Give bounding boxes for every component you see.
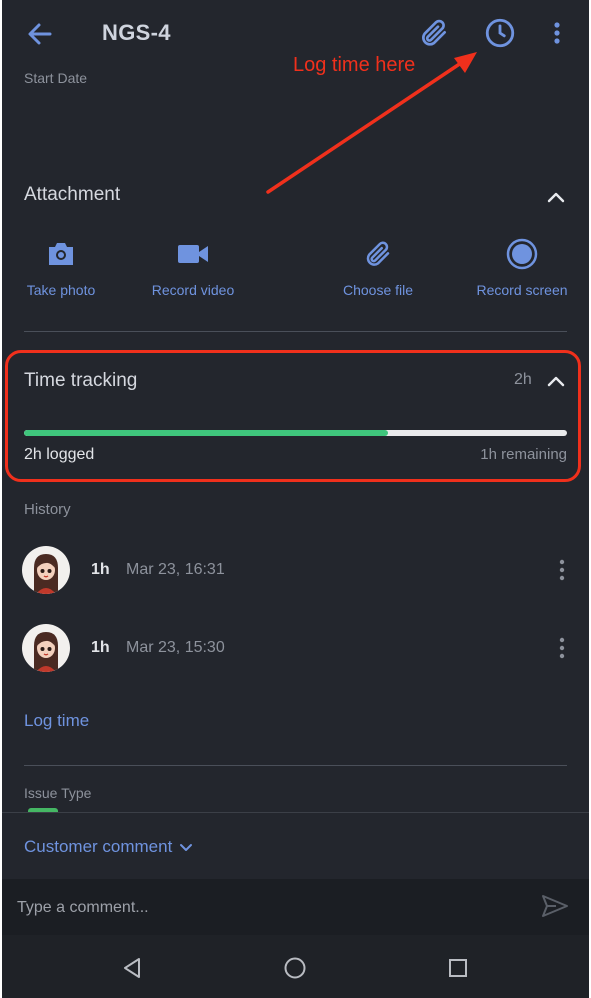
divider: [24, 765, 567, 766]
time-tracking-title: Time tracking: [24, 370, 138, 391]
history-timestamp: Mar 23, 15:30: [126, 639, 225, 656]
clock-icon[interactable]: [483, 16, 517, 50]
more-vert-icon[interactable]: [547, 17, 567, 49]
history-entry: 1h Mar 23, 15:30: [2, 618, 589, 678]
comment-bar: [2, 879, 589, 935]
time-estimate: 2h: [514, 371, 532, 388]
record-video-label: Record video: [151, 282, 235, 298]
history-timestamp: Mar 23, 16:31: [126, 561, 225, 578]
history-entry: 1h Mar 23, 16:31: [2, 540, 589, 600]
customer-comment-label: Customer comment: [24, 837, 173, 856]
history-label: History: [24, 501, 71, 518]
choose-file-button[interactable]: Choose file: [341, 236, 415, 298]
attachment-title: Attachment: [24, 184, 121, 205]
video-camera-icon: [178, 245, 208, 263]
start-date-label: Start Date: [24, 70, 88, 86]
issue-details: Start Date Attachment Take photo Record …: [2, 70, 589, 814]
avatar: [22, 624, 70, 672]
divider: [24, 331, 567, 332]
nav-home-icon[interactable]: [282, 955, 308, 981]
system-nav-bar: [2, 935, 589, 998]
paperclip-icon[interactable]: [418, 17, 450, 49]
log-time-link[interactable]: Log time: [24, 711, 89, 731]
time-progress-fill: [24, 430, 388, 436]
choose-file-label: Choose file: [342, 282, 414, 298]
chevron-down-icon: [180, 844, 192, 851]
nav-back-icon[interactable]: [119, 955, 145, 981]
issue-type-label: Issue Type: [24, 785, 92, 801]
history-duration: 1h: [91, 639, 110, 656]
history-duration: 1h: [91, 561, 110, 578]
record-screen-label: Record screen: [476, 282, 568, 298]
more-vert-icon[interactable]: [555, 634, 569, 662]
send-icon[interactable]: [540, 892, 570, 922]
camera-icon: [49, 243, 73, 265]
take-photo-label: Take photo: [26, 282, 96, 298]
record-screen-button[interactable]: Record screen: [475, 236, 569, 298]
chevron-up-icon[interactable]: [545, 186, 567, 208]
avatar: [22, 546, 70, 594]
back-arrow-icon[interactable]: [24, 18, 56, 50]
customer-comment-bar[interactable]: Customer comment: [2, 812, 589, 879]
nav-recents-icon[interactable]: [446, 956, 470, 980]
record-video-button[interactable]: Record video: [148, 236, 238, 298]
paperclip-icon: [366, 241, 390, 266]
time-logged: 2h logged: [24, 446, 95, 463]
time-progress-bar: [24, 430, 567, 436]
chevron-up-icon[interactable]: [545, 370, 567, 392]
take-photo-button[interactable]: Take photo: [24, 236, 98, 298]
more-vert-icon[interactable]: [555, 556, 569, 584]
annotation-text: Log time here: [293, 54, 416, 76]
issue-title: NGS-4: [102, 20, 171, 45]
comment-input[interactable]: [17, 896, 497, 920]
record-screen-icon: [506, 238, 538, 270]
phone-screen: NGS-4 Start Date Attachment Take photo R…: [2, 0, 589, 998]
time-remaining: 1h remaining: [480, 446, 567, 463]
